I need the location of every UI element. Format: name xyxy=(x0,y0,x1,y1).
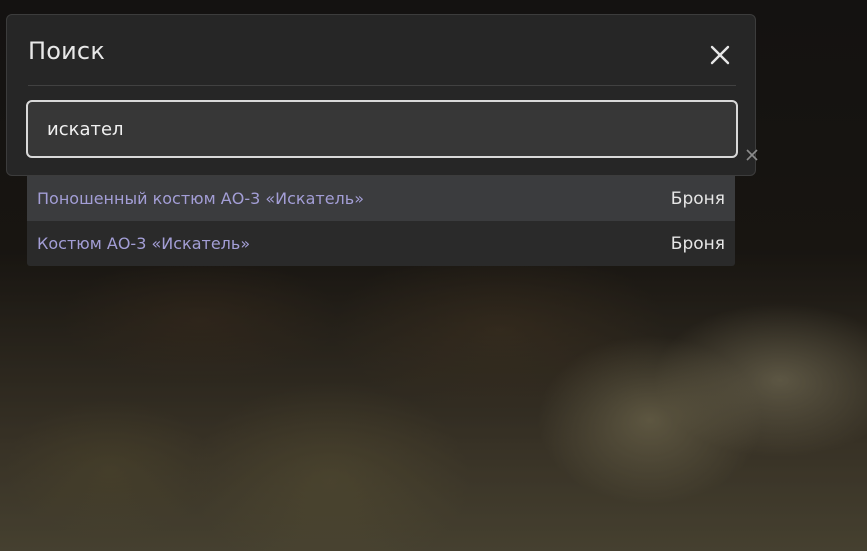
result-item[interactable]: Костюм АО-3 «Искатель» Броня xyxy=(27,221,735,266)
clear-icon[interactable] xyxy=(745,147,759,161)
close-icon[interactable] xyxy=(705,40,735,70)
dialog-title: Поиск xyxy=(28,37,106,65)
result-category: Броня xyxy=(670,188,725,209)
result-category: Броня xyxy=(670,233,725,254)
result-name[interactable]: Поношенный костюм АО-3 «Искатель» xyxy=(37,189,364,208)
search-dialog: Поиск xyxy=(6,14,759,176)
title-divider xyxy=(28,85,736,86)
result-name[interactable]: Костюм АО-3 «Искатель» xyxy=(37,234,250,253)
result-item[interactable]: Поношенный костюм АО-3 «Искатель» Броня xyxy=(27,176,735,221)
search-input[interactable] xyxy=(26,100,738,158)
search-results: Поношенный костюм АО-3 «Искатель» Броня … xyxy=(27,176,735,266)
